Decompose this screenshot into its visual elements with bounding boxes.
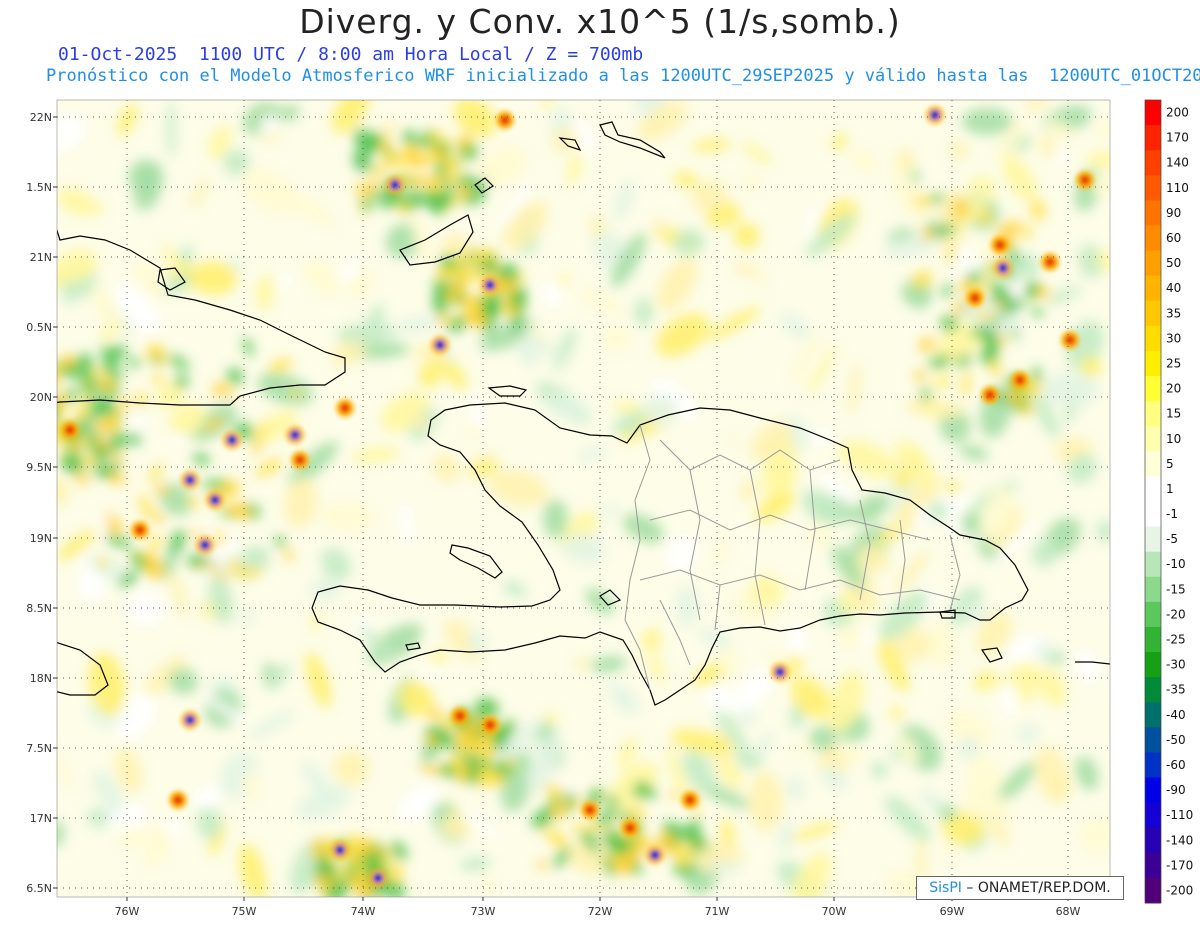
sispi-logo: SisPI: [929, 880, 962, 896]
colorbar-swatch: [1145, 350, 1161, 377]
model-info-subtitle: Pronóstico con el Modelo Atmosferico WRF…: [46, 66, 1200, 86]
lon-label: 71W: [705, 905, 730, 918]
colorbar-swatch: [1145, 501, 1161, 528]
colorbar-swatch: [1145, 727, 1161, 753]
colorbar-swatch: [1145, 677, 1161, 703]
colorbar-label: 15: [1166, 407, 1181, 421]
colorbar-swatch: [1145, 300, 1161, 327]
colorbar-swatch: [1145, 275, 1161, 302]
colorbar-label: 110: [1166, 181, 1189, 195]
colorbar-swatch: [1145, 702, 1161, 728]
valid-time-subtitle: 01-Oct-2025 1100 UTC / 8:00 am Hora Loca…: [58, 44, 644, 65]
colorbar-label: -1: [1166, 507, 1178, 521]
colorbar-swatch: [1145, 125, 1161, 151]
lat-label: 20N: [30, 391, 52, 404]
colorbar-swatch: [1145, 401, 1161, 427]
colorbar-label: -50: [1166, 733, 1186, 747]
lat-label: 18N: [30, 672, 52, 685]
map-title: Diverg. y Conv. x10^5 (1/s,somb.): [299, 2, 901, 41]
colorbar-label: -25: [1166, 633, 1186, 647]
divergence-field: [57, 100, 1110, 897]
latitude-labels: 22N 1.5N 21N 0.5N 20N 9.5N 19N 8.5N 18N 7.5N 17N 6.…: [26, 111, 57, 895]
colorbar: 200 170 140 110 90 60 50 40 35 30 25 20 15 10 5 1 -1 -5 -1…: [1144, 99, 1193, 904]
lon-label: 74W: [351, 905, 376, 918]
colorbar-label: 40: [1166, 281, 1181, 295]
colorbar-swatch: [1145, 752, 1161, 779]
credit-box: SisPI – ONAMET/REP.DOM.: [916, 876, 1124, 900]
lat-label: 21N: [30, 251, 52, 264]
colorbar-swatch: [1145, 877, 1161, 904]
lat-label: 9.5N: [26, 461, 52, 474]
colorbar-swatch: [1145, 325, 1161, 352]
divergence-map: 22N 1.5N 21N 0.5N 20N 9.5N 19N 8.5N 18N 7.5N 17N 6.…: [26, 99, 1193, 918]
colorbar-label: -60: [1166, 758, 1186, 772]
colorbar-label: -30: [1166, 658, 1186, 672]
lat-label: 22N: [30, 111, 52, 124]
colorbar-label: 35: [1166, 306, 1181, 320]
colorbar-label: 200: [1166, 106, 1189, 120]
colorbar-swatch: [1145, 601, 1161, 628]
colorbar-label: 30: [1166, 331, 1181, 345]
lat-label: 19N: [30, 532, 52, 545]
colorbar-swatch: [1145, 426, 1161, 452]
colorbar-swatch: [1145, 802, 1161, 829]
colorbar-label: 90: [1166, 206, 1181, 220]
lat-label: 17N: [30, 812, 52, 825]
colorbar-label: 60: [1166, 231, 1181, 245]
colorbar-swatch: [1145, 652, 1161, 678]
colorbar-label: 25: [1166, 356, 1181, 370]
colorbar-swatch: [1145, 175, 1161, 201]
colorbar-label: 1: [1166, 482, 1174, 496]
colorbar-swatch: [1145, 225, 1161, 252]
lon-label: 70W: [822, 905, 847, 918]
lat-label: 1.5N: [26, 181, 52, 194]
colorbar-swatch: [1145, 576, 1161, 603]
colorbar-swatch: [1145, 100, 1161, 126]
colorbar-swatch: [1145, 626, 1161, 653]
colorbar-swatch: [1145, 852, 1161, 879]
colorbar-swatch: [1145, 551, 1161, 578]
lon-label: 75W: [232, 905, 257, 918]
colorbar-label: -90: [1166, 783, 1186, 797]
colorbar-swatch: [1145, 200, 1161, 226]
lon-label: 69W: [940, 905, 965, 918]
colorbar-label: -15: [1166, 582, 1186, 596]
lat-label: 7.5N: [26, 742, 52, 755]
colorbar-swatch: [1145, 150, 1161, 176]
colorbar-label: 20: [1166, 382, 1181, 396]
colorbar-swatch: [1145, 476, 1161, 502]
colorbar-label: -200: [1166, 883, 1193, 897]
colorbar-label: 5: [1166, 457, 1174, 471]
lon-label: 68W: [1056, 905, 1081, 918]
colorbar-swatch: [1145, 526, 1161, 553]
colorbar-label: -20: [1166, 607, 1186, 621]
colorbar-swatch: [1145, 376, 1161, 402]
colorbar-label: -40: [1166, 708, 1186, 722]
colorbar-label: -170: [1166, 858, 1193, 872]
colorbar-label: 170: [1166, 131, 1189, 145]
lat-label: 0.5N: [26, 321, 52, 334]
colorbar-label: -140: [1166, 833, 1193, 847]
colorbar-label: -5: [1166, 532, 1178, 546]
colorbar-swatch: [1145, 827, 1161, 854]
colorbar-label: 140: [1166, 156, 1189, 170]
colorbar-swatch: [1145, 451, 1161, 477]
lat-label: 8.5N: [26, 602, 52, 615]
colorbar-swatch: [1145, 777, 1161, 804]
credit-text: – ONAMET/REP.DOM.: [966, 880, 1111, 896]
colorbar-swatch: [1145, 250, 1161, 277]
longitude-labels: 76W 75W 74W 73W 72W 71W 70W 69W 68W: [115, 897, 1081, 918]
colorbar-label: -110: [1166, 808, 1193, 822]
colorbar-label: 50: [1166, 256, 1181, 270]
colorbar-label: 10: [1166, 432, 1181, 446]
lon-label: 73W: [471, 905, 496, 918]
lon-label: 72W: [588, 905, 613, 918]
colorbar-label: -10: [1166, 557, 1186, 571]
lon-label: 76W: [115, 905, 140, 918]
colorbar-label: -35: [1166, 683, 1186, 697]
lat-label: 6.5N: [26, 882, 52, 895]
